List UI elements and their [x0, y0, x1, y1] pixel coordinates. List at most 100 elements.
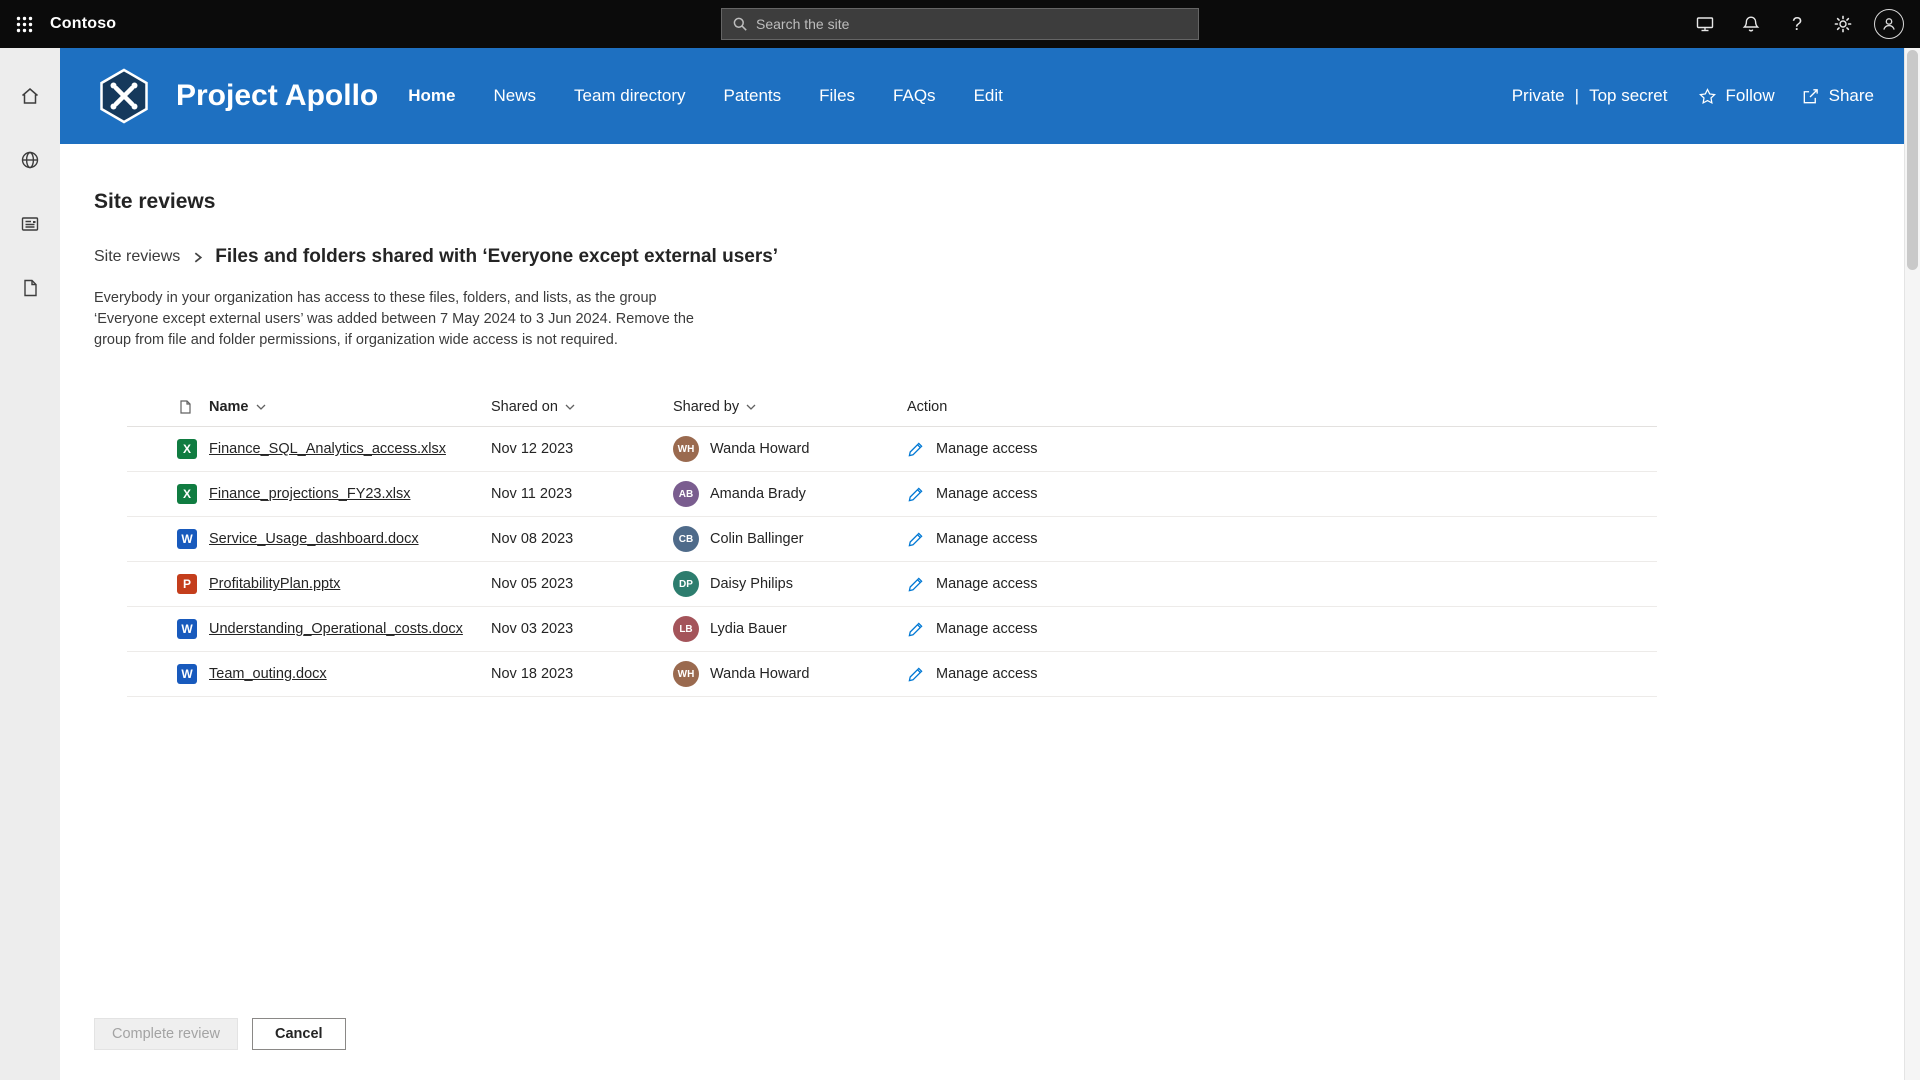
pencil-icon: [907, 575, 925, 593]
rail-document-icon[interactable]: [8, 266, 52, 310]
file-name-link[interactable]: Finance_projections_FY23.xlsx: [209, 486, 411, 502]
manage-access-button[interactable]: Manage access: [907, 530, 1038, 548]
nav-team-directory[interactable]: Team directory: [574, 86, 685, 106]
classification-label: Top secret: [1589, 86, 1667, 106]
nav-edit[interactable]: Edit: [974, 86, 1003, 106]
settings-gear-icon[interactable]: [1826, 7, 1860, 41]
help-icon[interactable]: ?: [1780, 7, 1814, 41]
manage-access-label: Manage access: [936, 621, 1038, 637]
site-title[interactable]: Project Apollo: [176, 79, 378, 113]
site-header: Project Apollo Home News Team directory …: [60, 48, 1920, 144]
nav-patents[interactable]: Patents: [723, 86, 781, 106]
file-type-icon: W: [177, 664, 197, 684]
person-icon: [1874, 9, 1904, 39]
pencil-icon: [907, 485, 925, 503]
manage-access-label: Manage access: [936, 441, 1038, 457]
site-logo[interactable]: [94, 66, 154, 126]
app-launcher-button[interactable]: [0, 0, 48, 48]
table-row: W Service_Usage_dashboard.docx Nov 08 20…: [127, 517, 1657, 562]
shared-by-cell: DP Daisy Philips: [673, 571, 907, 597]
rail-home-icon[interactable]: [8, 74, 52, 118]
rail-globe-icon[interactable]: [8, 138, 52, 182]
pencil-icon: [907, 665, 925, 683]
cancel-button[interactable]: Cancel: [252, 1018, 346, 1050]
app-name[interactable]: Contoso: [50, 15, 116, 33]
nav-home[interactable]: Home: [408, 86, 455, 106]
follow-button[interactable]: Follow: [1698, 86, 1775, 106]
separator: |: [1575, 86, 1579, 106]
chevron-right-icon: [191, 251, 204, 264]
pencil-icon: [907, 620, 925, 638]
waffle-icon: [16, 16, 33, 33]
page-description: Everybody in your organization has acces…: [94, 288, 708, 351]
table-header-row: Name Shared on Shared by Action: [127, 387, 1657, 427]
shared-by-name: Colin Ballinger: [710, 531, 804, 547]
breadcrumb-current: Files and folders shared with ‘Everyone …: [215, 246, 778, 268]
file-type-icon: P: [177, 574, 197, 594]
file-type-icon: W: [177, 619, 197, 639]
suite-icons: ?: [1688, 7, 1920, 41]
chevron-down-icon: [565, 404, 575, 410]
account-avatar[interactable]: [1872, 7, 1906, 41]
file-type-icon: W: [177, 529, 197, 549]
share-button[interactable]: Share: [1801, 86, 1874, 106]
sort-shared-on-header[interactable]: Shared on: [491, 399, 575, 415]
star-icon: [1698, 87, 1717, 106]
table-row: X Finance_SQL_Analytics_access.xlsx Nov …: [127, 427, 1657, 472]
manage-access-button[interactable]: Manage access: [907, 485, 1038, 503]
presentation-icon[interactable]: [1688, 7, 1722, 41]
manage-access-label: Manage access: [936, 576, 1038, 592]
shared-on-date: Nov 11 2023: [491, 486, 673, 502]
search-input[interactable]: [756, 16, 1188, 32]
file-name-link[interactable]: Understanding_Operational_costs.docx: [209, 621, 463, 637]
table-row: W Understanding_Operational_costs.docx N…: [127, 607, 1657, 652]
table-row: W Team_outing.docx Nov 18 2023 WH Wanda …: [127, 652, 1657, 697]
search-icon: [732, 16, 748, 32]
share-icon: [1801, 87, 1820, 106]
sort-shared-by-header[interactable]: Shared by: [673, 399, 756, 415]
table-row: X Finance_projections_FY23.xlsx Nov 11 2…: [127, 472, 1657, 517]
breadcrumb-parent[interactable]: Site reviews: [94, 248, 180, 266]
scrollbar-thumb[interactable]: [1907, 50, 1918, 270]
file-name-link[interactable]: ProfitabilityPlan.pptx: [209, 576, 340, 592]
file-name-link[interactable]: Team_outing.docx: [209, 666, 327, 682]
manage-access-button[interactable]: Manage access: [907, 440, 1038, 458]
shared-on-date: Nov 03 2023: [491, 621, 673, 637]
suite-bar: Contoso ?: [0, 0, 1920, 48]
file-name-link[interactable]: Service_Usage_dashboard.docx: [209, 531, 419, 547]
nav-files[interactable]: Files: [819, 86, 855, 106]
site-search[interactable]: [721, 8, 1199, 40]
share-label: Share: [1829, 86, 1874, 106]
file-type-icon: X: [177, 484, 197, 504]
sort-name-header[interactable]: Name: [209, 399, 266, 415]
shared-by-name: Lydia Bauer: [710, 621, 787, 637]
shared-by-cell: LB Lydia Bauer: [673, 616, 907, 642]
chevron-down-icon: [746, 404, 756, 410]
file-type-icon: X: [177, 439, 197, 459]
page-title: Site reviews: [94, 190, 1920, 214]
avatar: AB: [673, 481, 699, 507]
avatar: LB: [673, 616, 699, 642]
site-nav: Home News Team directory Patents Files F…: [408, 86, 1003, 106]
chevron-down-icon: [256, 404, 266, 410]
pencil-icon: [907, 530, 925, 548]
manage-access-button[interactable]: Manage access: [907, 575, 1038, 593]
manage-access-button[interactable]: Manage access: [907, 665, 1038, 683]
complete-review-button[interactable]: Complete review: [94, 1018, 238, 1050]
shared-by-cell: CB Colin Ballinger: [673, 526, 907, 552]
scrollbar[interactable]: [1904, 48, 1920, 1080]
shared-by-cell: AB Amanda Brady: [673, 481, 907, 507]
file-name-link[interactable]: Finance_SQL_Analytics_access.xlsx: [209, 441, 446, 457]
notifications-bell-icon[interactable]: [1734, 7, 1768, 41]
shared-on-date: Nov 05 2023: [491, 576, 673, 592]
shared-on-date: Nov 18 2023: [491, 666, 673, 682]
rail-news-icon[interactable]: [8, 202, 52, 246]
avatar: WH: [673, 661, 699, 687]
header-right: Private | Top secret Follow Share: [1512, 86, 1874, 106]
manage-access-button[interactable]: Manage access: [907, 620, 1038, 638]
nav-news[interactable]: News: [493, 86, 536, 106]
avatar: DP: [673, 571, 699, 597]
privacy-label: Private: [1512, 86, 1565, 106]
pencil-icon: [907, 440, 925, 458]
nav-faqs[interactable]: FAQs: [893, 86, 936, 106]
